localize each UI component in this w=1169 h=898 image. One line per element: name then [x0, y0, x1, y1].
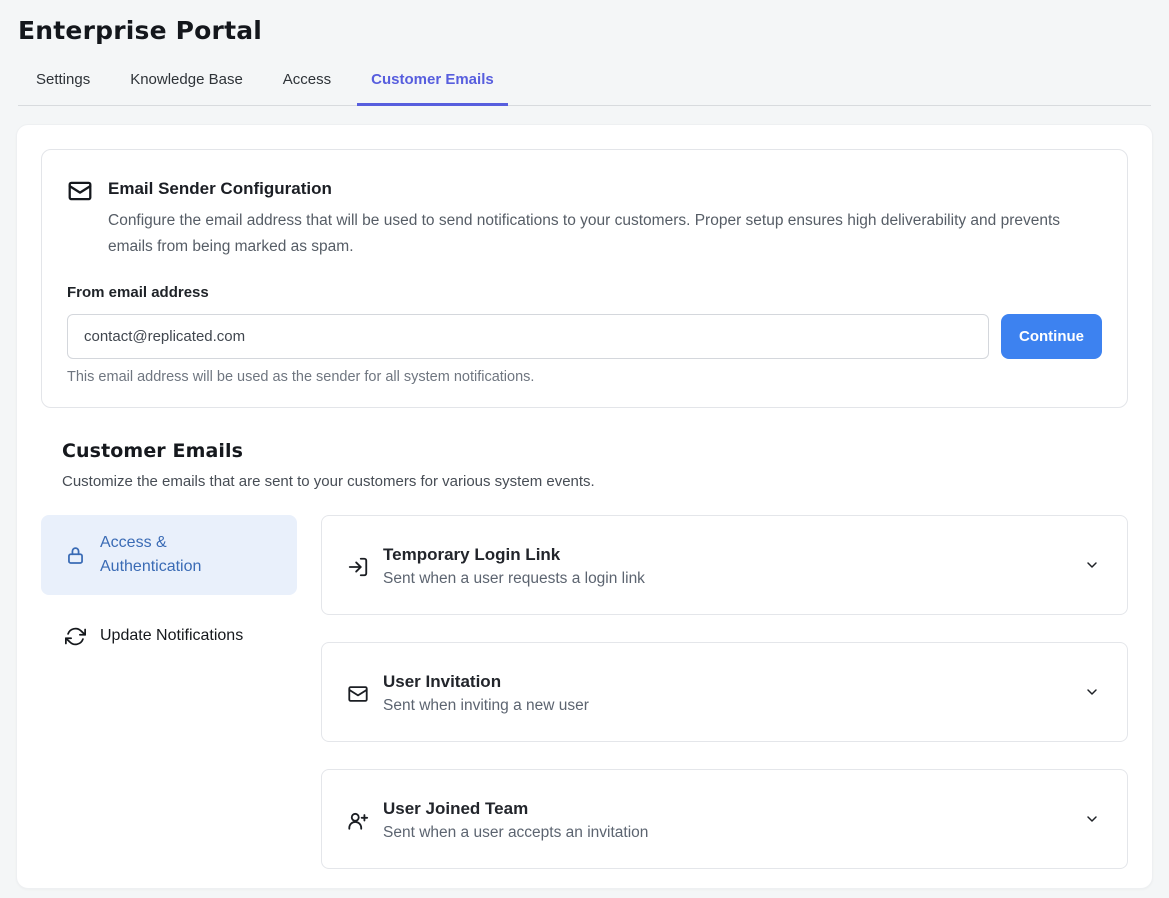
refresh-icon: [65, 626, 86, 647]
email-category-list: Access & Authentication Update Notificat…: [41, 515, 297, 660]
customer-emails-subtitle: Customize the emails that are sent to yo…: [62, 473, 1128, 490]
template-title: Temporary Login Link: [383, 543, 645, 567]
page-header: Enterprise Portal: [0, 0, 1169, 45]
sender-config-description: Configure the email address that will be…: [108, 208, 1098, 260]
category-access-authentication[interactable]: Access & Authentication: [41, 515, 297, 595]
chevron-down-icon[interactable]: [1084, 557, 1100, 573]
page-title: Enterprise Portal: [18, 16, 1151, 45]
from-email-input[interactable]: [67, 314, 989, 359]
template-user-joined-team[interactable]: User Joined Team Sent when a user accept…: [321, 769, 1128, 869]
sender-config-title: Email Sender Configuration: [108, 176, 1098, 202]
email-template-list: Temporary Login Link Sent when a user re…: [321, 515, 1128, 869]
from-email-label: From email address: [67, 284, 1102, 301]
chevron-down-icon[interactable]: [1084, 684, 1100, 700]
email-sender-config-card: Email Sender Configuration Configure the…: [41, 149, 1128, 408]
tab-settings[interactable]: Settings: [22, 65, 104, 106]
template-subtitle: Sent when a user requests a login link: [383, 570, 645, 588]
template-subtitle: Sent when a user accepts an invitation: [383, 824, 648, 842]
template-temporary-login-link[interactable]: Temporary Login Link Sent when a user re…: [321, 515, 1128, 615]
tab-bar: Settings Knowledge Base Access Customer …: [18, 65, 1151, 106]
category-label: Access & Authentication: [100, 531, 240, 579]
lock-icon: [65, 545, 86, 566]
from-email-helper-text: This email address will be used as the s…: [67, 369, 1102, 385]
user-plus-icon: [347, 810, 369, 832]
chevron-down-icon[interactable]: [1084, 811, 1100, 827]
template-title: User Invitation: [383, 670, 589, 694]
tab-customer-emails[interactable]: Customer Emails: [357, 65, 508, 106]
login-icon: [347, 556, 369, 578]
mail-icon: [67, 178, 93, 204]
category-label: Update Notifications: [100, 624, 243, 648]
template-user-invitation[interactable]: User Invitation Sent when inviting a new…: [321, 642, 1128, 742]
template-title: User Joined Team: [383, 797, 648, 821]
customer-emails-heading: Customer Emails: [62, 440, 1128, 462]
main-panel: Email Sender Configuration Configure the…: [16, 124, 1153, 889]
tab-knowledge-base[interactable]: Knowledge Base: [116, 65, 257, 106]
category-update-notifications[interactable]: Update Notifications: [41, 612, 297, 660]
tab-access[interactable]: Access: [269, 65, 345, 106]
continue-button[interactable]: Continue: [1001, 314, 1102, 359]
template-subtitle: Sent when inviting a new user: [383, 697, 589, 715]
mail-icon: [347, 683, 369, 705]
